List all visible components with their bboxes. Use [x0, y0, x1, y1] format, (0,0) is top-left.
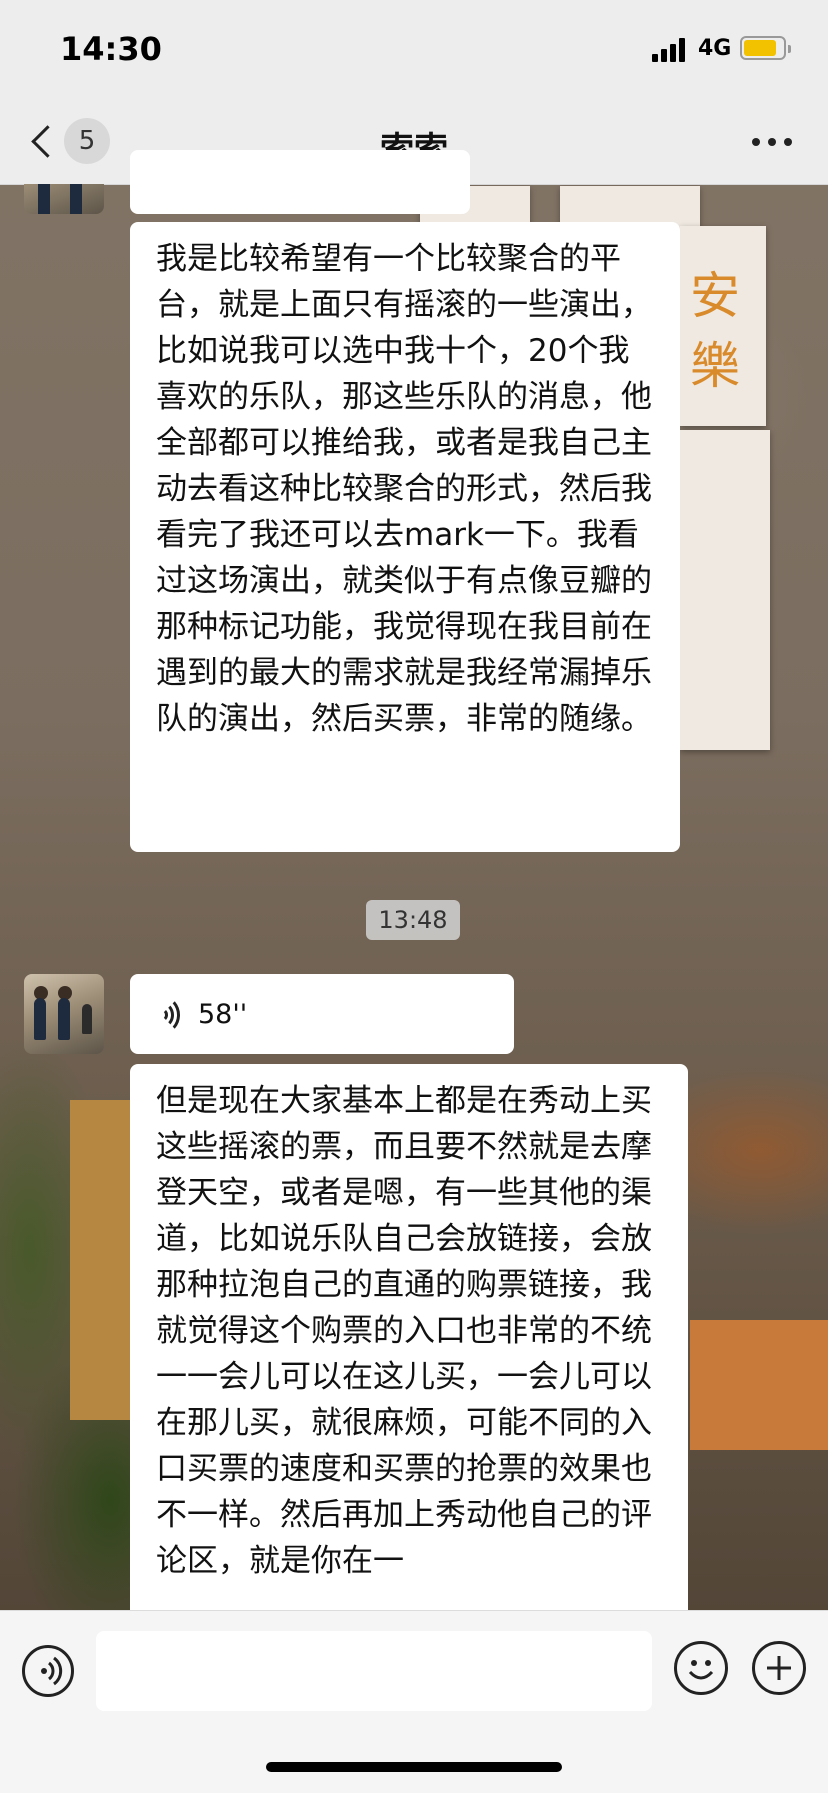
poster-char: 樂: [690, 337, 740, 395]
wallpaper-poster-anle: 安 樂: [680, 226, 766, 426]
plus-icon[interactable]: [752, 1641, 806, 1695]
poster-char: 安: [690, 267, 740, 325]
voice-wave-icon: [156, 996, 184, 1034]
home-indicator[interactable]: [266, 1762, 562, 1772]
battery-icon: [740, 36, 791, 60]
wallpaper-shelf: [70, 1100, 130, 1420]
message-timestamp: 13:48: [366, 900, 460, 940]
voice-duration: 58'': [198, 999, 248, 1030]
voice-icon[interactable]: [22, 1645, 74, 1697]
message-bubble[interactable]: 我是比较希望有一个比较聚合的平台，就是上面只有摇滚的一些演出，比如说我可以选中我…: [130, 222, 680, 852]
status-bar: 14:30 4G: [0, 0, 828, 100]
wallpaper-poster: [680, 430, 770, 750]
wallpaper-shelf: [690, 1320, 828, 1450]
status-time: 14:30: [60, 30, 162, 68]
message-input[interactable]: [96, 1631, 652, 1711]
emoji-icon[interactable]: [674, 1641, 728, 1695]
message-bubble[interactable]: 但是现在大家基本上都是在秀动上买这些摇滚的票，而且要不然就是去摩登天空，或者是嗯…: [130, 1064, 688, 1664]
network-type: 4G: [698, 36, 732, 61]
voice-message-bubble[interactable]: 58'': [130, 974, 514, 1054]
more-dots-icon[interactable]: [750, 130, 794, 150]
message-bubble-partial[interactable]: [130, 150, 470, 214]
signal-icon: [652, 38, 690, 62]
avatar[interactable]: [24, 974, 104, 1054]
